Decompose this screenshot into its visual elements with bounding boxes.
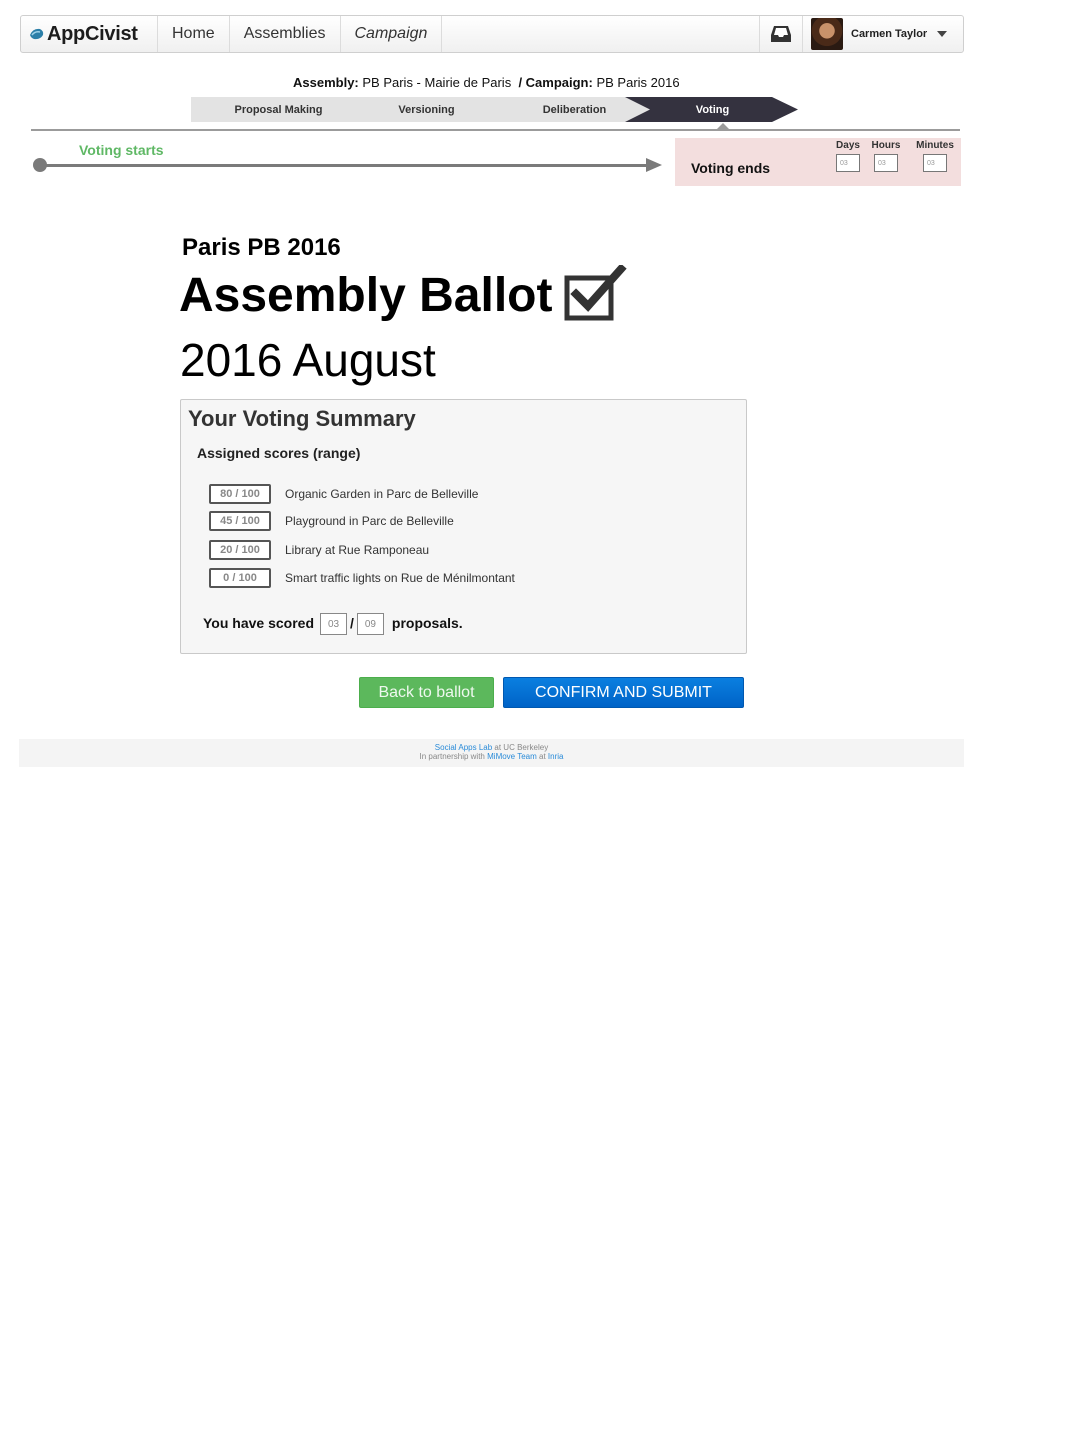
scored-slash: /	[350, 615, 354, 631]
scored-suffix: proposals.	[391, 615, 463, 631]
confirm-and-submit-button[interactable]: CONFIRM AND SUBMIT	[503, 677, 744, 708]
phase-progress: Proposal Making Versioning Deliberation …	[191, 97, 801, 122]
countdown-days: Days 03	[835, 140, 861, 172]
proposal-name[interactable]: Library at Rue Ramponeau	[285, 543, 429, 557]
phase-label: Voting	[695, 103, 730, 116]
timeline-line	[40, 164, 650, 167]
brand[interactable]: AppCivist	[21, 16, 158, 52]
navbar-spacer	[442, 16, 760, 52]
score-row: 0 / 100 Smart traffic lights on Rue de M…	[209, 568, 515, 588]
phase-divider	[31, 129, 960, 131]
caret-down-icon	[937, 31, 948, 37]
voting-ends-panel: Voting ends Days 03 Hours 03 Minutes 03	[675, 138, 961, 186]
phase-label: Deliberation	[542, 103, 607, 116]
summary-subtitle: Assigned scores (range)	[197, 445, 361, 461]
proposal-name[interactable]: Playground in Parc de Belleville	[285, 514, 454, 528]
countdown-unit: Minutes	[916, 140, 954, 151]
score-value: 20 / 100	[209, 540, 271, 560]
ballot-title: Assembly Ballot	[179, 269, 553, 322]
footer-team-link[interactable]: MiMove Team	[487, 752, 537, 761]
user-menu[interactable]: Carmen Taylor	[803, 16, 963, 52]
countdown-unit: Hours	[871, 140, 901, 151]
nav-campaign[interactable]: Campaign	[341, 16, 443, 52]
assembly-label: Assembly:	[293, 75, 359, 90]
scored-summary: You have scored 03 / 09 proposals.	[203, 611, 463, 635]
nav-home[interactable]: Home	[158, 16, 230, 52]
footer-at: at	[539, 752, 546, 761]
score-value: 45 / 100	[209, 511, 271, 531]
inbox-icon	[771, 26, 791, 42]
score-row: 45 / 100 Playground in Parc de Bellevill…	[209, 511, 454, 531]
score-row: 80 / 100 Organic Garden in Parc de Belle…	[209, 484, 478, 504]
voting-ends-label: Voting ends	[691, 160, 771, 176]
nav-assemblies[interactable]: Assemblies	[230, 16, 341, 52]
score-value: 80 / 100	[209, 484, 271, 504]
campaign-value[interactable]: PB Paris 2016	[596, 75, 679, 90]
voting-starts-label: Voting starts	[79, 142, 164, 158]
countdown-value: 03	[874, 154, 898, 172]
appcivist-logo-icon	[30, 28, 44, 40]
countdown-value: 03	[836, 154, 860, 172]
footer-inria-link[interactable]: Inria	[548, 752, 564, 761]
footer-at-ucb: at UC Berkeley	[494, 743, 549, 752]
countdown-value: 03	[923, 154, 947, 172]
proposal-name[interactable]: Smart traffic lights on Rue de Ménilmont…	[285, 571, 515, 585]
inbox-button[interactable]	[760, 16, 803, 52]
phase-label: Proposal Making	[234, 103, 323, 116]
scored-count: 03	[320, 613, 348, 635]
total-count: 09	[356, 613, 384, 635]
top-navbar: AppCivist Home Assemblies Campaign Carme…	[20, 15, 964, 53]
countdown-unit: Days	[836, 140, 860, 151]
campaign-label: / Campaign:	[518, 75, 593, 90]
avatar	[811, 18, 843, 50]
breadcrumb: Assembly: PB Paris - Mairie de Paris / C…	[293, 75, 680, 90]
score-value: 0 / 100	[209, 568, 271, 588]
footer-lab-link[interactable]: Social Apps Lab	[435, 743, 492, 752]
back-to-ballot-button[interactable]: Back to ballot	[359, 677, 494, 708]
scored-prefix: You have scored	[203, 615, 315, 631]
phase-voting[interactable]: Voting	[625, 97, 800, 122]
proposal-name[interactable]: Organic Garden in Parc de Belleville	[285, 487, 478, 501]
ballot-subtitle: Paris PB 2016	[182, 234, 341, 261]
brand-name: AppCivist	[47, 22, 138, 45]
timeline-arrow	[646, 158, 662, 172]
checkbox-checked-icon	[564, 265, 627, 321]
summary-title: Your Voting Summary	[188, 406, 416, 431]
ballot-date: 2016 August	[180, 334, 436, 386]
footer-partnership: In partnership with	[419, 752, 485, 761]
assembly-value[interactable]: PB Paris - Mairie de Paris	[362, 75, 511, 90]
countdown-hours: Hours 03	[871, 140, 901, 172]
voting-summary-panel: Your Voting Summary Assigned scores (ran…	[180, 399, 747, 654]
timeline-start-dot	[33, 158, 47, 172]
score-row: 20 / 100 Library at Rue Ramponeau	[209, 540, 429, 560]
footer: Social Apps Lab at UC Berkeley In partne…	[19, 739, 964, 767]
user-name: Carmen Taylor	[851, 28, 928, 40]
phase-label: Versioning	[398, 103, 455, 116]
countdown-minutes: Minutes 03	[915, 140, 955, 172]
